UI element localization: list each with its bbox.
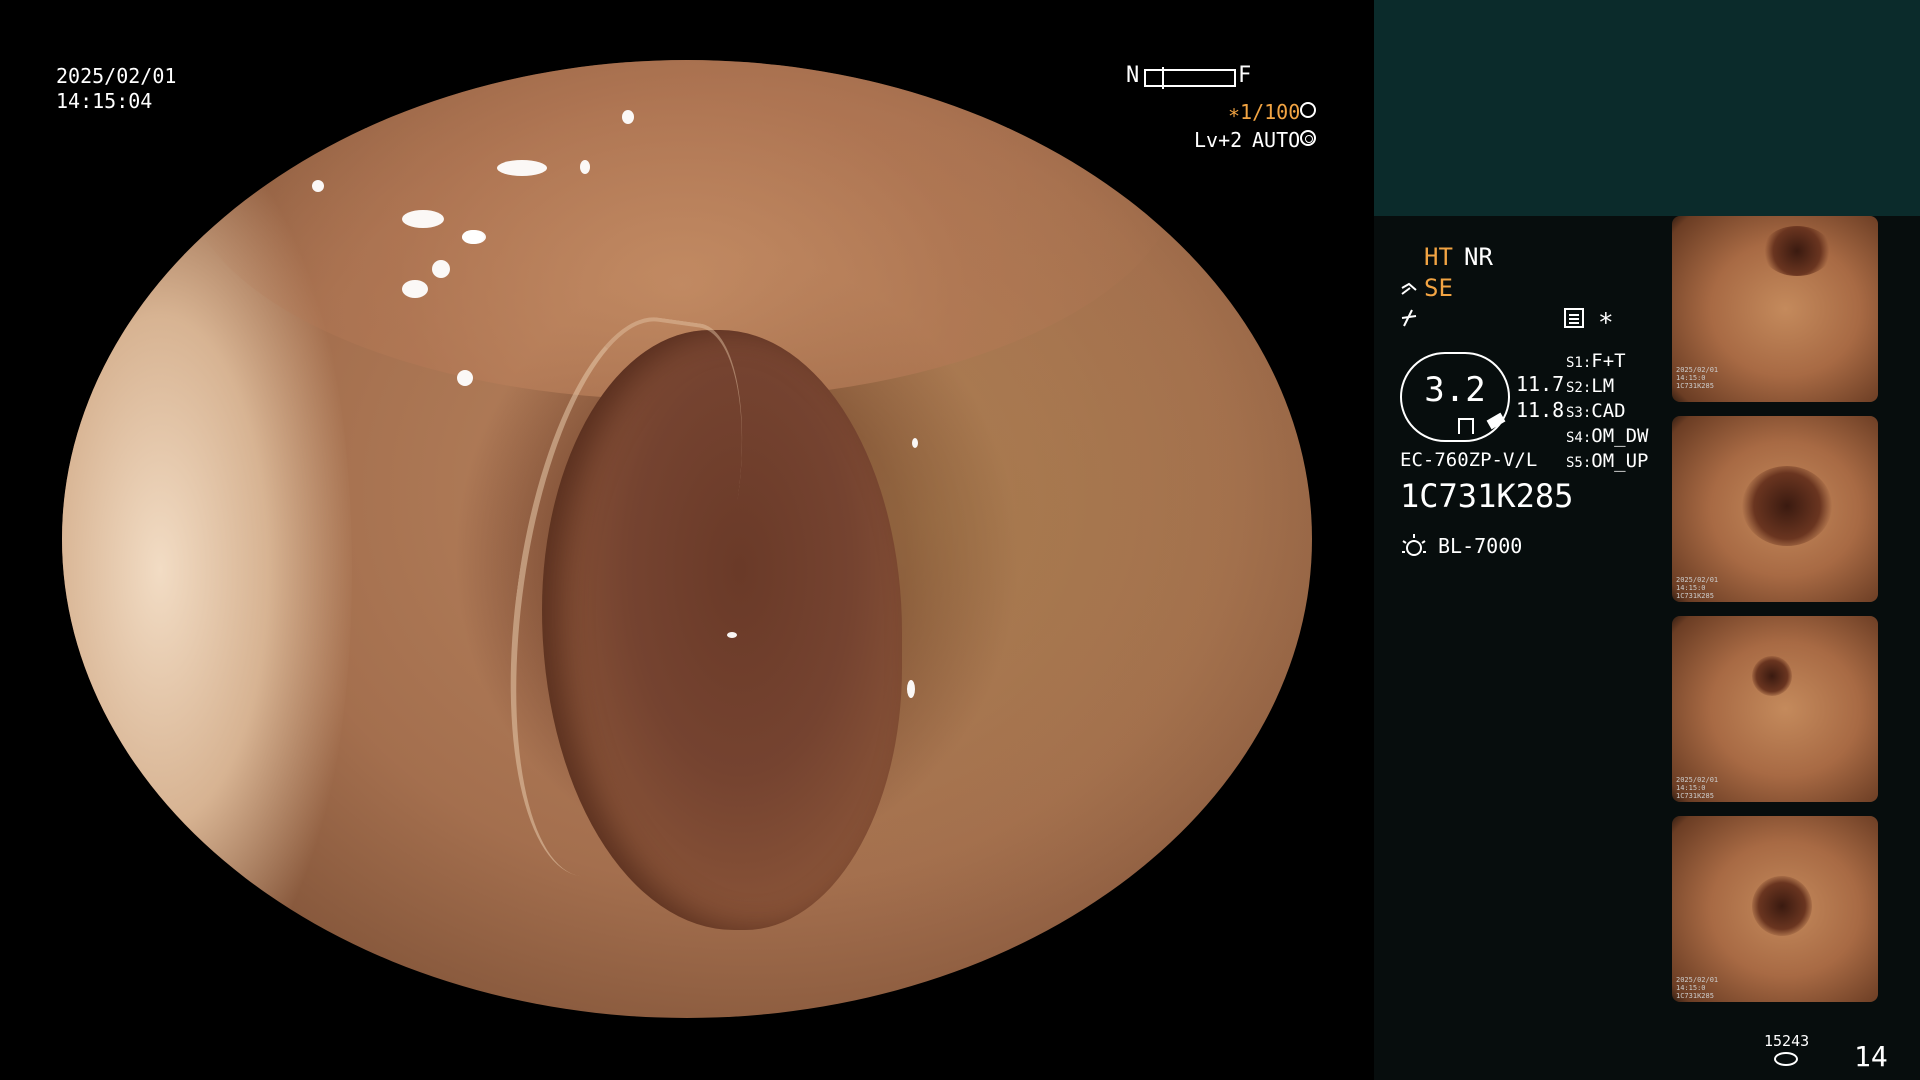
captured-thumbnail[interactable]: 2025/02/01 14:15:0 1C731K285 bbox=[1672, 216, 1878, 402]
specular-highlight bbox=[402, 210, 444, 228]
focus-bar bbox=[1144, 67, 1236, 89]
scope-model: EC-760ZP-V/L bbox=[1400, 449, 1538, 471]
scope-serial: 1C731K285 bbox=[1400, 477, 1574, 515]
value-top: 11.7 bbox=[1516, 372, 1565, 396]
menu-icon bbox=[1564, 308, 1584, 328]
nr-indicator: NR bbox=[1464, 243, 1493, 271]
specular-highlight bbox=[622, 110, 634, 124]
specular-highlight bbox=[457, 370, 473, 386]
aperture-icon bbox=[1300, 102, 1316, 118]
color-mode-icon bbox=[1400, 308, 1420, 328]
iris-icon bbox=[1300, 130, 1316, 146]
structure-enhance-icon bbox=[1400, 280, 1420, 300]
focus-indicator: N F bbox=[1126, 64, 1256, 90]
storage-icon bbox=[1774, 1052, 1798, 1066]
storage-count: 15243 bbox=[1764, 1032, 1810, 1050]
zoom-value: 3.2 bbox=[1424, 370, 1486, 410]
switch-item: S2:LM bbox=[1566, 375, 1615, 397]
focus-marker bbox=[1162, 67, 1164, 89]
specular-highlight bbox=[912, 438, 918, 448]
endoscope-view bbox=[62, 60, 1312, 1018]
zoom-bracket-icon bbox=[1458, 418, 1474, 434]
captured-thumbnail[interactable]: 2025/02/01 14:15:0 1C731K285 bbox=[1672, 416, 1878, 602]
specular-highlight bbox=[727, 632, 737, 638]
specular-highlight bbox=[907, 680, 915, 698]
specular-highlight bbox=[497, 160, 547, 176]
zoom-badge: 3.2 bbox=[1400, 352, 1510, 442]
captured-thumbnail[interactable]: 2025/02/01 14:15:0 1C731K285 bbox=[1672, 616, 1878, 802]
switch-item: S3:CAD bbox=[1566, 400, 1626, 422]
switch-list: S1:F+T S2:LM S3:CAD S4:OM_DW S5:OM_UP bbox=[1566, 350, 1676, 475]
focus-near-label: N bbox=[1126, 63, 1140, 88]
iris-mode: AUTO bbox=[1252, 128, 1301, 152]
date-label: 2025/02/01 bbox=[56, 64, 177, 88]
value-bottom: 11.8 bbox=[1516, 398, 1565, 422]
time-label: 14:15:04 bbox=[56, 89, 153, 113]
iris-level: Lv+2 bbox=[1194, 128, 1243, 152]
specular-highlight bbox=[402, 280, 428, 298]
specular-highlight bbox=[432, 260, 450, 278]
shutter-speed: ∗1/100 bbox=[1228, 100, 1301, 124]
se-indicator: SE bbox=[1424, 274, 1453, 302]
panel-header bbox=[1374, 0, 1920, 216]
focus-far-label: F bbox=[1238, 63, 1252, 88]
captured-thumbnail[interactable]: 2025/02/01 14:15:0 1C731K285 bbox=[1672, 816, 1878, 1002]
menu-asterisk: ∗ bbox=[1598, 303, 1614, 333]
image-count: 14 bbox=[1854, 1040, 1888, 1073]
switch-item: S1:F+T bbox=[1566, 350, 1626, 372]
switch-item: S5:OM_UP bbox=[1566, 450, 1649, 472]
light-source-model: BL-7000 bbox=[1438, 534, 1523, 558]
specular-highlight bbox=[580, 160, 590, 174]
switch-item: S4:OM_DW bbox=[1566, 425, 1649, 447]
light-source-icon bbox=[1400, 532, 1428, 560]
specular-highlight bbox=[312, 180, 324, 192]
specular-highlight bbox=[462, 230, 484, 244]
ht-indicator: HT bbox=[1424, 243, 1453, 271]
